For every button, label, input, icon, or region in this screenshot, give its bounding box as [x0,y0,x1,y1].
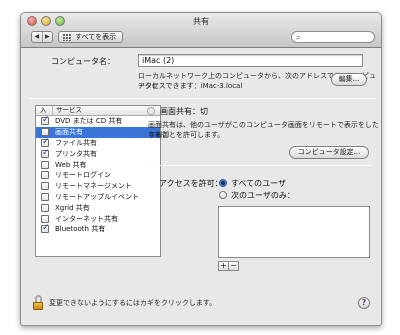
service-description-line2: することを許可します。 [148,131,225,139]
service-row[interactable]: Xgrid 共有 [36,202,160,213]
search-field[interactable]: ⌕ [291,31,375,43]
service-row[interactable]: Web 共有 [36,159,160,170]
service-checkbox[interactable] [41,192,49,201]
service-checkbox[interactable] [41,128,49,137]
remove-user-button[interactable]: − [228,261,239,271]
service-row[interactable]: DVD または CD 共有 [36,115,160,127]
service-status: 画面共有：切 [160,107,208,116]
window-title: 共有 [193,17,209,26]
detail-divider [148,165,372,166]
search-icon: ⌕ [296,33,301,42]
help-button[interactable]: ? [358,297,370,309]
radio-only-these-users[interactable] [219,191,227,199]
service-row[interactable]: Bluetooth 共有 [36,223,160,235]
service-checkbox[interactable] [41,148,50,158]
service-label: Bluetooth 共有 [55,225,106,234]
lock-icon[interactable] [32,295,44,311]
show-all-label: すべてを表示 [75,33,117,41]
access-label: アクセスを許可： [159,179,223,188]
service-label: Xgrid 共有 [55,203,90,212]
service-label: インターネット共有 [55,214,118,223]
divider [29,98,375,99]
service-label: Web 共有 [55,160,87,169]
edit-button[interactable]: 編集... [331,73,367,86]
sharing-window: 共有 ◀ ▶ すべてを表示 ⌕ コンピュータ名： iMac (2) ローカルネッ… [20,12,382,326]
service-row[interactable]: ファイル共有 [36,137,160,149]
service-checkbox[interactable] [41,203,49,212]
radio-only-these-users-label[interactable]: 次のユーザのみ： [231,190,295,201]
back-button[interactable]: ◀ [32,32,42,42]
show-all-button[interactable]: すべてを表示 [58,31,124,43]
service-row[interactable]: リモートアップルイベント [36,192,160,203]
allowed-users-list[interactable] [218,206,370,258]
service-checkbox[interactable] [41,160,49,169]
service-label: リモートマネージメント [55,182,132,191]
radio-all-users[interactable] [219,179,227,187]
radio-all-users-label[interactable]: すべてのユーザ [231,178,286,189]
service-label: 画面共有 [55,128,83,137]
computer-name-input[interactable]: iMac (2) [138,54,363,67]
service-row[interactable]: インターネット共有 [36,213,160,224]
service-label: DVD または CD 共有 [55,117,123,126]
service-label: リモートアップルイベント [55,192,139,201]
service-label: リモートログイン [55,171,111,180]
computer-name-label: コンピュータ名： [51,57,115,66]
service-label: ファイル共有 [55,138,97,147]
service-checkbox[interactable] [41,182,49,191]
lock-description: 変更できないようにするにはカギをクリックします。 [49,299,217,307]
service-label: プリンタ共有 [55,149,97,158]
column-header-on[interactable]: 入 [36,106,53,115]
status-indicator [147,107,155,115]
service-checkbox[interactable] [41,137,50,147]
services-list: 入 サービス DVD または CD 共有画面共有ファイル共有プリンタ共有 Web … [35,105,161,257]
service-row[interactable]: プリンタ共有 [36,148,160,159]
service-row[interactable]: リモートマネージメント [36,181,160,192]
service-checkbox[interactable] [41,223,50,234]
nav-buttons: ◀ ▶ [31,31,53,43]
services-list-header: 入 サービス [36,106,160,116]
title-bar: 共有 ◀ ▶ すべてを表示 ⌕ [21,13,381,48]
computer-settings-button[interactable]: コンピュータ設定... [289,146,369,159]
address-description-line2: アクセスできます：iMac-3.local [138,82,243,90]
service-checkbox[interactable] [41,171,49,180]
service-row[interactable]: 画面共有 [36,126,160,138]
service-row[interactable]: リモートログイン [36,170,160,181]
column-header-service[interactable]: サービス [53,106,82,115]
service-checkbox[interactable] [41,115,50,126]
grid-icon [63,34,71,41]
forward-button[interactable]: ▶ [41,32,53,42]
service-checkbox[interactable] [41,214,49,223]
